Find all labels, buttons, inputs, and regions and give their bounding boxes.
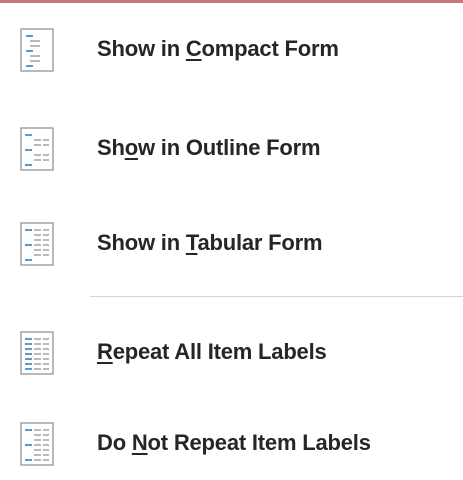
menu-item-label: Show in Outline Form	[97, 135, 321, 160]
menu-item-show-in-compact-form[interactable]: Show in Compact Form	[0, 14, 463, 84]
menu-item-label: Show in Compact Form	[97, 36, 339, 61]
menu-item-show-in-outline-form[interactable]: Show in Outline Form	[0, 113, 463, 183]
menu-top-border	[0, 0, 463, 3]
menu-item-label: Do Not Repeat Item Labels	[97, 430, 371, 455]
repeat-labels-icon	[20, 331, 54, 375]
menu-item-do-not-repeat-item-labels[interactable]: Do Not Repeat Item Labels	[0, 408, 463, 478]
no-repeat-labels-icon	[20, 422, 54, 466]
menu-item-repeat-all-item-labels[interactable]: Repeat All Item Labels	[0, 317, 463, 387]
compact-form-icon	[20, 28, 54, 72]
menu-item-label: Show in Tabular Form	[97, 230, 323, 255]
menu-separator	[90, 296, 463, 297]
outline-form-icon	[20, 127, 54, 171]
report-layout-menu: Show in Compact Form Show in Outline For…	[0, 0, 463, 480]
tabular-form-icon	[20, 222, 54, 266]
menu-item-label: Repeat All Item Labels	[97, 339, 327, 364]
menu-item-show-in-tabular-form[interactable]: Show in Tabular Form	[0, 208, 463, 278]
